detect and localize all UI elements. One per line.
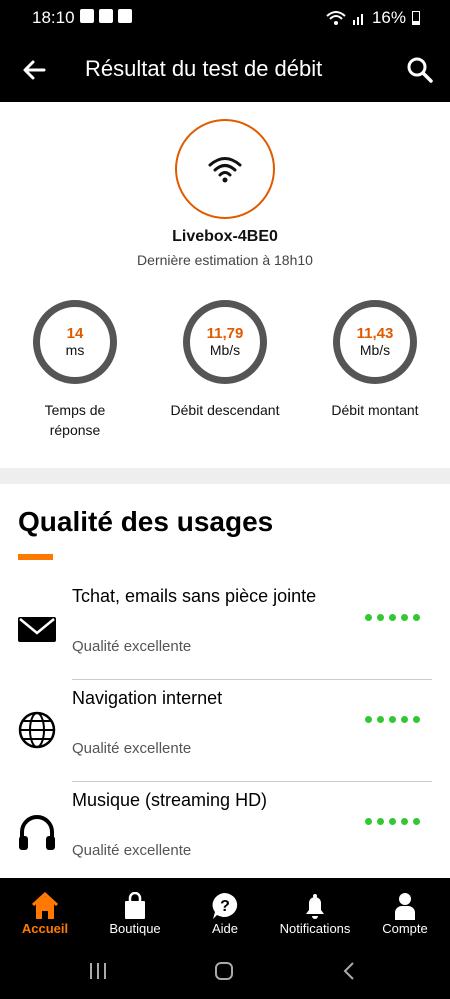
wifi-icon <box>208 157 242 183</box>
bottom-nav: Accueil Boutique ? Aide Notifications Co… <box>0 878 450 940</box>
nav-label: Accueil <box>21 921 69 936</box>
mail-icon <box>18 617 56 642</box>
home-icon <box>31 892 59 919</box>
nav-help[interactable]: ? Aide <box>180 878 270 940</box>
usage-item-chat[interactable]: Tchat, emails sans pièce jointe Qualité … <box>0 578 450 680</box>
metric-label: Temps de réponse <box>44 402 106 438</box>
router-badge <box>175 119 275 219</box>
nav-account[interactable]: Compte <box>360 878 450 940</box>
system-nav-bar <box>0 940 450 999</box>
usage-title: Navigation internet <box>72 688 223 708</box>
section-divider <box>0 468 450 484</box>
battery-icon <box>412 11 420 25</box>
estimate-time: Dernière estimation à 18h10 <box>137 252 313 268</box>
usage-quality: Qualité excellente <box>72 638 192 655</box>
wifi-status-icon <box>326 11 346 25</box>
metric-upload: 11,43 Mb/s Débit montant <box>310 300 440 420</box>
metric-value: 11,43 <box>356 325 394 342</box>
usage-quality: Qualité excellente <box>72 842 192 859</box>
page-title: Résultat du test de débit <box>85 56 323 81</box>
notification-icons <box>80 9 132 23</box>
search-icon[interactable] <box>404 54 436 86</box>
section-title: Qualité des usages <box>18 506 274 537</box>
metric-value: 14 <box>66 325 84 342</box>
app-notification-icon <box>99 9 113 23</box>
metric-latency: 14 ms Temps de réponse <box>10 300 140 440</box>
metric-label: Débit descendant <box>170 402 280 418</box>
quality-rating <box>365 818 420 825</box>
nav-label: Compte <box>382 921 428 936</box>
shopping-bag-icon <box>125 892 145 919</box>
metric-download: 11,79 Mb/s Débit descendant <box>160 300 290 420</box>
status-bar: 18:10 16% <box>0 0 450 36</box>
usage-title: Musique (streaming HD) <box>72 790 268 810</box>
status-right: 16% <box>326 8 420 28</box>
signal-icon <box>352 14 363 25</box>
headphones-icon <box>19 815 55 850</box>
metric-unit: ms <box>65 342 85 358</box>
usage-title: Tchat, emails sans pièce jointe <box>72 586 317 606</box>
app-header: Résultat du test de débit <box>0 36 450 102</box>
metric-unit: Mb/s <box>359 342 391 358</box>
quality-rating <box>365 716 420 723</box>
usage-item-music[interactable]: Musique (streaming HD) Qualité excellent… <box>0 782 450 878</box>
router-name: Livebox-4BE0 <box>172 228 278 245</box>
nav-label: Boutique <box>109 921 161 936</box>
section-accent-bar <box>18 554 53 560</box>
back-arrow-icon[interactable] <box>18 54 50 86</box>
back-system-icon[interactable] <box>342 962 356 980</box>
nav-label: Aide <box>211 921 239 936</box>
quality-rating <box>365 614 420 621</box>
battery-percent: 16% <box>371 8 406 27</box>
help-icon: ? <box>212 893 238 919</box>
recent-apps-icon[interactable] <box>88 962 108 980</box>
usage-quality: Qualité excellente <box>72 740 192 757</box>
metric-value: 11,79 <box>206 325 244 342</box>
metric-label: Débit montant <box>331 402 419 418</box>
nav-notifications[interactable]: Notifications <box>270 878 360 940</box>
metric-ring: 11,43 Mb/s <box>333 300 417 384</box>
nav-shop[interactable]: Boutique <box>90 878 180 940</box>
image-notification-icon <box>80 9 94 23</box>
bell-icon <box>306 894 324 919</box>
main-content: Livebox-4BE0 Dernière estimation à 18h10… <box>0 102 450 878</box>
shopping-notification-icon <box>118 9 132 23</box>
home-system-icon[interactable] <box>214 962 234 980</box>
nav-label: Notifications <box>279 921 351 936</box>
metric-unit: Mb/s <box>209 342 241 358</box>
status-time: 18:10 <box>32 8 75 27</box>
globe-icon <box>18 711 56 749</box>
nav-home[interactable]: Accueil <box>0 878 90 940</box>
metric-ring: 11,79 Mb/s <box>183 300 267 384</box>
user-icon <box>395 893 415 920</box>
svg-text:?: ? <box>220 898 230 915</box>
usage-item-browsing[interactable]: Navigation internet Qualité excellente <box>0 680 450 782</box>
metric-ring: 14 ms <box>33 300 117 384</box>
